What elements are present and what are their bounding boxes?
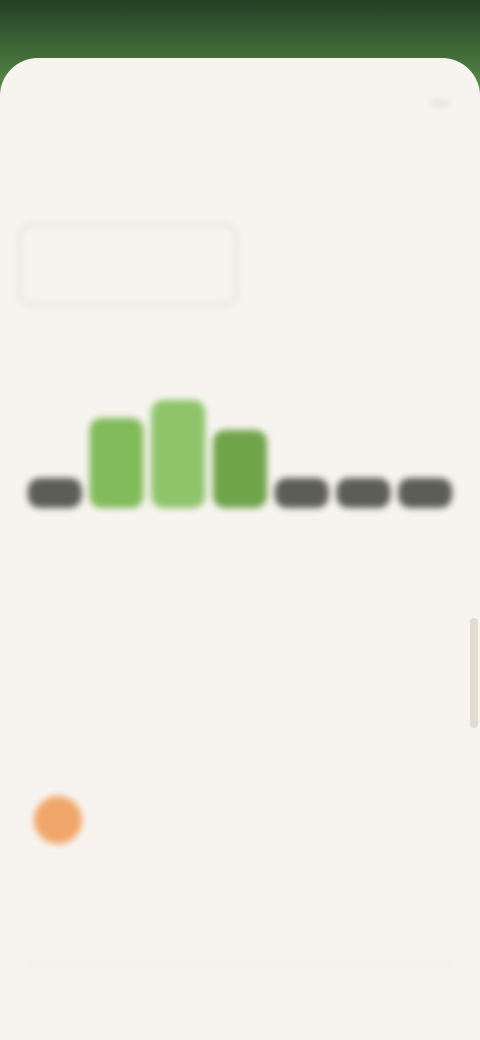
avatar xyxy=(34,796,82,844)
day-bar[interactable] xyxy=(27,478,82,508)
insight-item[interactable] xyxy=(30,796,460,936)
divider xyxy=(24,964,456,966)
weekly-bar-chart xyxy=(27,400,453,508)
day-bar[interactable] xyxy=(213,430,267,508)
bottom-sheet xyxy=(0,58,480,1040)
day-bar[interactable] xyxy=(336,478,391,508)
day-bar[interactable] xyxy=(398,478,453,508)
summary-card-other[interactable] xyxy=(256,224,456,306)
day-bar[interactable] xyxy=(89,418,144,508)
close-handle[interactable] xyxy=(430,100,450,106)
day-bar[interactable] xyxy=(151,400,206,508)
summary-card-selected[interactable] xyxy=(18,224,238,306)
scroll-handle[interactable] xyxy=(470,618,478,728)
day-bar[interactable] xyxy=(274,478,329,508)
